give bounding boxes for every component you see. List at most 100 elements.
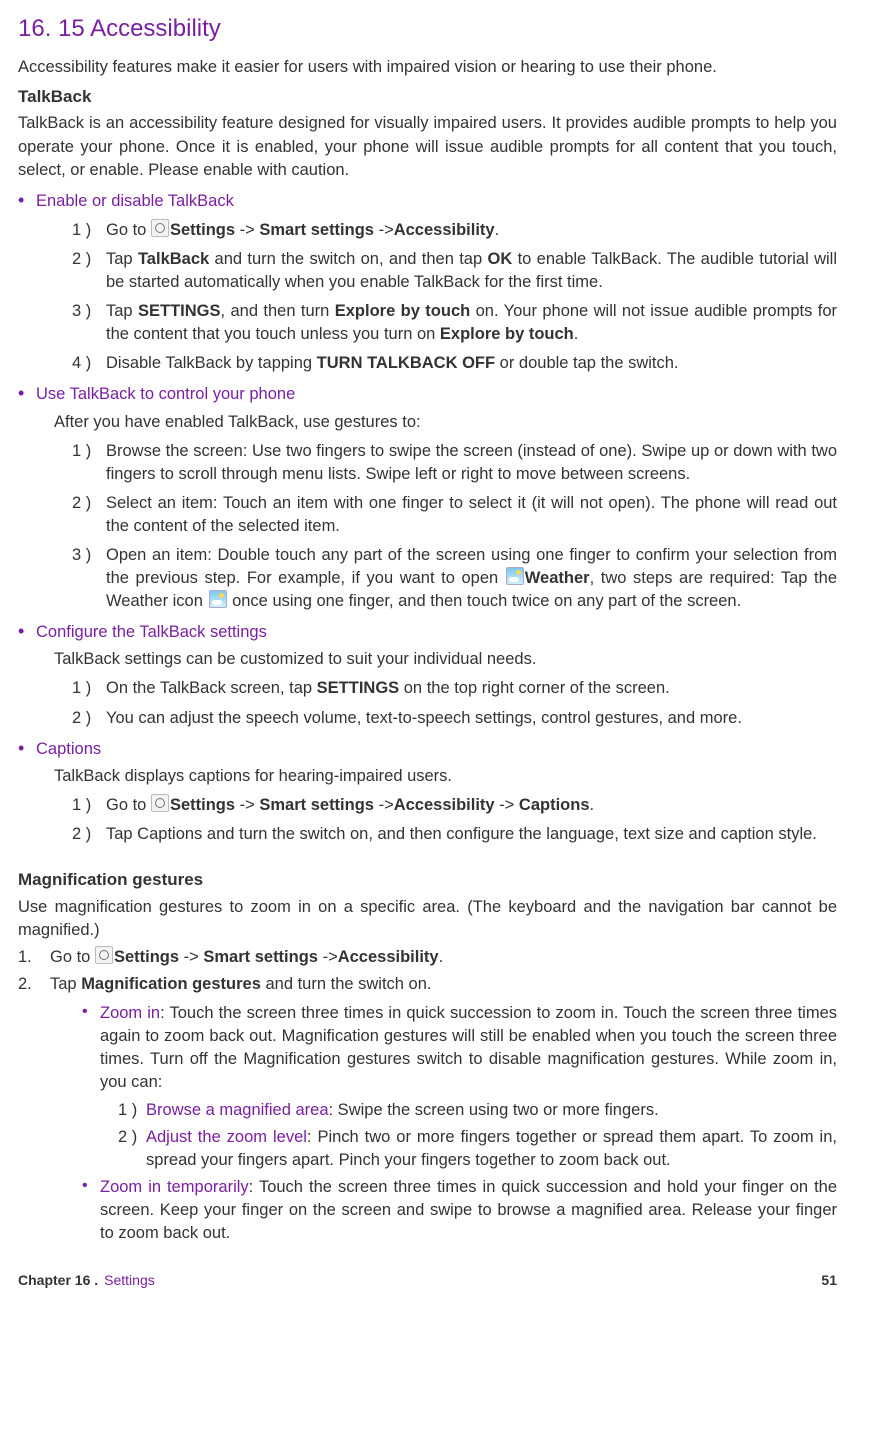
- text: .: [590, 796, 595, 814]
- list-item: Zoom in: Touch the screen three times in…: [82, 1002, 837, 1172]
- text: ->: [235, 221, 259, 239]
- subheading-use-talkback: Use TalkBack to control your phone: [36, 383, 837, 406]
- path-part: Smart settings: [259, 796, 374, 814]
- footer-section: Settings: [104, 1272, 155, 1288]
- path-part: Settings: [114, 948, 179, 966]
- bold: OK: [488, 250, 513, 268]
- list-item: 1 ) Go to Settings -> Smart settings ->A…: [72, 219, 837, 242]
- text: once using one finger, and then touch tw…: [228, 592, 742, 610]
- path-part: Settings: [170, 796, 235, 814]
- text: Disable TalkBack by tapping: [106, 354, 317, 372]
- text: ->: [374, 796, 394, 814]
- step-number: 3 ): [72, 300, 91, 323]
- bold: Explore by touch: [335, 302, 470, 320]
- page-footer: Chapter 16 . Settings 51: [18, 1267, 837, 1291]
- magnification-heading: Magnification gestures: [18, 868, 837, 892]
- after-text: TalkBack displays captions for hearing-i…: [54, 765, 837, 788]
- step-number: 2 ): [118, 1126, 137, 1149]
- step-number: 1 ): [72, 794, 91, 817]
- text: You can adjust the speech volume, text-t…: [106, 709, 742, 727]
- weather-icon: [506, 567, 524, 585]
- subheading-captions: Captions: [36, 738, 837, 761]
- settings-icon: [151, 219, 169, 237]
- text: : Swipe the screen using two or more fin…: [329, 1101, 659, 1119]
- text: ->: [495, 796, 519, 814]
- list-item: 1 ) Go to Settings -> Smart settings ->Ac…: [72, 794, 837, 817]
- list-item: 2 )Select an item: Touch an item with on…: [72, 492, 837, 538]
- bold: SETTINGS: [138, 302, 221, 320]
- path-part: Smart settings: [259, 221, 374, 239]
- text: On the TalkBack screen, tap: [106, 679, 317, 697]
- list-item: 2 ) You can adjust the speech volume, tex…: [72, 707, 837, 730]
- list-item: 1.Go to Settings -> Smart settings ->Acc…: [18, 946, 837, 969]
- path-part: Accessibility: [394, 221, 495, 239]
- text: .: [574, 325, 579, 343]
- list-item: 2 ) Tap TalkBack and turn the switch on,…: [72, 248, 837, 294]
- text: .: [495, 221, 500, 239]
- bold: Magnification gestures: [81, 975, 261, 993]
- text: or double tap the switch.: [495, 354, 678, 372]
- text: ->: [318, 948, 338, 966]
- path-part: Captions: [519, 796, 590, 814]
- subheading-configure: Configure the TalkBack settings: [36, 621, 837, 644]
- list-item: Zoom in temporarily: Touch the screen th…: [82, 1176, 837, 1245]
- step-number: 4 ): [72, 352, 91, 375]
- step-number: 2 ): [72, 707, 91, 730]
- step-number: 1.: [18, 946, 32, 969]
- step-number: 1 ): [72, 677, 91, 700]
- text: Browse the screen: Use two fingers to sw…: [106, 442, 837, 483]
- footer-chapter: Chapter 16 .: [18, 1272, 98, 1288]
- text: , and then turn: [221, 302, 335, 320]
- bold: Weather: [525, 569, 590, 587]
- after-text: After you have enabled TalkBack, use ges…: [54, 411, 837, 434]
- step-number: 2.: [18, 973, 32, 996]
- subheading-enable-disable: Enable or disable TalkBack: [36, 190, 837, 213]
- step-number: 3 ): [72, 544, 91, 567]
- list-item: 1 )Browse the screen: Use two fingers to…: [72, 440, 837, 486]
- talkback-heading: TalkBack: [18, 85, 837, 109]
- sub-label: Browse a magnified area: [146, 1101, 329, 1119]
- list-item: 1 )On the TalkBack screen, tap SETTINGS …: [72, 677, 837, 700]
- text: and turn the switch on, and then tap: [209, 250, 487, 268]
- list-item: 2. Tap Magnification gestures and turn th…: [18, 973, 837, 1245]
- path-part: Accessibility: [338, 948, 439, 966]
- bold: TURN TALKBACK OFF: [317, 354, 495, 372]
- list-item: 3 ) Tap SETTINGS, and then turn Explore …: [72, 300, 837, 346]
- settings-icon: [95, 946, 113, 964]
- text: Select an item: Touch an item with one f…: [106, 494, 837, 535]
- zoom-temp-label: Zoom in temporarily: [100, 1178, 249, 1196]
- text: Go to: [106, 221, 151, 239]
- list-item: 3 )Open an item: Double touch any part o…: [72, 544, 837, 613]
- settings-icon: [151, 794, 169, 812]
- list-item: 2 ) Tap Captions and turn the switch on, …: [72, 823, 837, 846]
- footer-page-number: 51: [821, 1271, 837, 1291]
- text: .: [439, 948, 444, 966]
- list-item: 4 ) Disable TalkBack by tapping TURN TAL…: [72, 352, 837, 375]
- text: on the top right corner of the screen.: [399, 679, 670, 697]
- bold: TalkBack: [138, 250, 209, 268]
- step-number: 1 ): [118, 1099, 137, 1122]
- list-item: 2 ) Adjust the zoom level: Pinch two or …: [118, 1126, 837, 1172]
- text: Go to: [50, 948, 95, 966]
- step-number: 2 ): [72, 823, 91, 846]
- path-part: Smart settings: [203, 948, 318, 966]
- path-part: Accessibility: [394, 796, 495, 814]
- bold: Explore by touch: [440, 325, 574, 343]
- after-text: TalkBack settings can be customized to s…: [54, 648, 837, 671]
- intro-text: Accessibility features make it easier fo…: [18, 56, 837, 79]
- text: Tap: [50, 975, 81, 993]
- text: ->: [179, 948, 203, 966]
- text: ->: [374, 221, 394, 239]
- text: Go to: [106, 796, 151, 814]
- step-number: 2 ): [72, 248, 91, 271]
- sub-label: Adjust the zoom level: [146, 1128, 307, 1146]
- section-title: 16. 15 Accessibility: [18, 12, 837, 46]
- text: Tap Captions and turn the switch on, and…: [106, 825, 817, 843]
- text: Tap: [106, 250, 138, 268]
- weather-icon: [209, 590, 227, 608]
- magnification-desc: Use magnification gestures to zoom in on…: [18, 896, 837, 942]
- list-item: 1 ) Browse a magnified area: Swipe the s…: [118, 1099, 837, 1122]
- talkback-desc: TalkBack is an accessibility feature des…: [18, 112, 837, 181]
- path-part: Settings: [170, 221, 235, 239]
- text: and turn the switch on.: [261, 975, 432, 993]
